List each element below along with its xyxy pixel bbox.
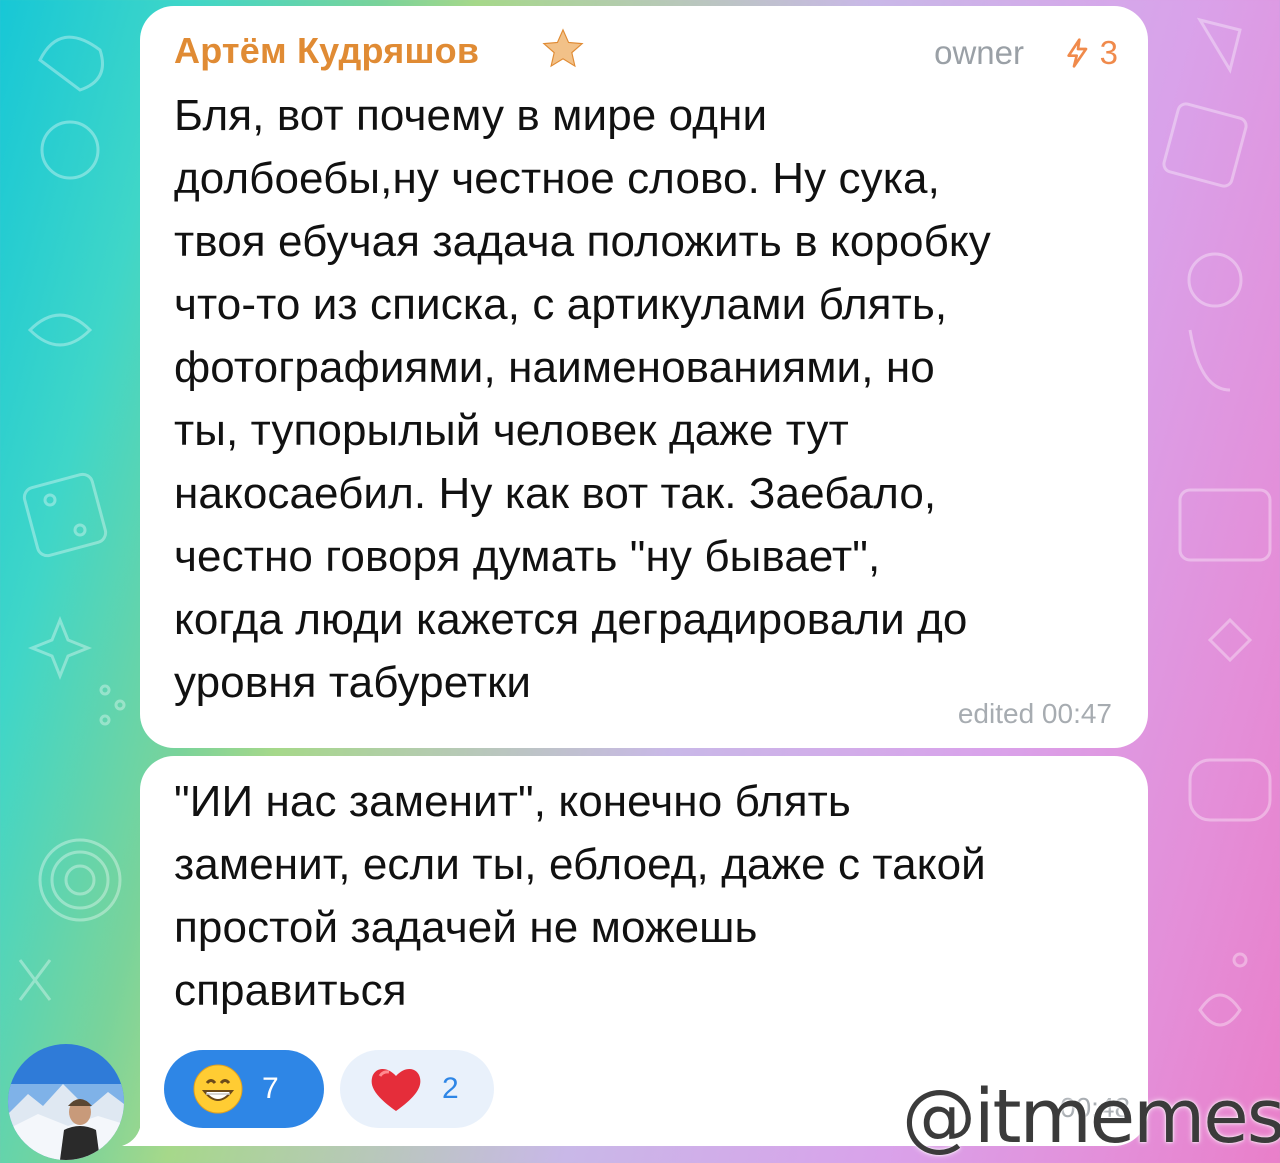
sender-avatar[interactable] (8, 1044, 124, 1160)
star-icon (542, 28, 584, 68)
reaction-count: 7 (262, 1072, 279, 1105)
reaction-count: 2 (442, 1072, 459, 1105)
sender-name[interactable]: Артём Кудряшов (174, 30, 479, 72)
bubble-tail (122, 1118, 152, 1146)
message-text: Бля, вот почему в мире одни долбоебы,ну … (174, 91, 991, 707)
owner-badge: owner (934, 34, 1024, 71)
message-text: "ИИ нас заменит", конечно блять заменит,… (174, 777, 986, 1015)
reaction-red-heart[interactable]: 2 (340, 1050, 494, 1128)
red-heart-icon (371, 1069, 421, 1111)
reaction-grinning-face[interactable]: 7 (164, 1050, 324, 1128)
boost-icon (1067, 38, 1088, 68)
boost-count: 3 (1099, 34, 1118, 71)
message-bubble-1[interactable]: Артём Кудряшов owner 3 Бля, вот почему в… (140, 6, 1148, 748)
message-edited-time: edited 00:47 (957, 698, 1112, 729)
watermark: @itmemes (902, 1074, 1280, 1160)
grinning-face-icon (193, 1064, 243, 1114)
